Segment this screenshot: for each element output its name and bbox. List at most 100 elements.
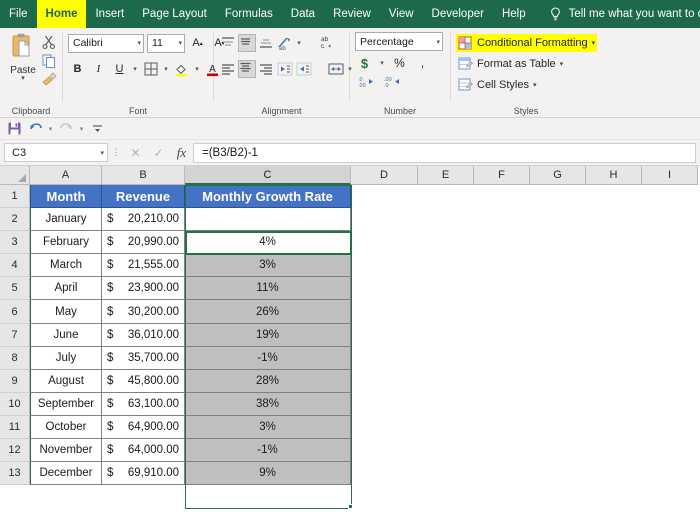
column-header-h[interactable]: H: [586, 166, 642, 185]
tab-insert[interactable]: Insert: [86, 0, 133, 28]
cell-c4[interactable]: 3%: [185, 254, 351, 278]
cell-a13[interactable]: December: [30, 462, 102, 486]
increase-indent-icon[interactable]: [295, 60, 313, 78]
paste-dropdown-caret-icon[interactable]: ▾: [21, 75, 25, 82]
copy-icon[interactable]: [41, 53, 57, 69]
row-header-4[interactable]: 4: [0, 254, 30, 278]
cell-a4[interactable]: March: [30, 254, 102, 278]
cell-a10[interactable]: September: [30, 392, 102, 416]
format-painter-icon[interactable]: [41, 72, 57, 88]
font-size-combo[interactable]: 11 ▾: [147, 33, 185, 53]
row-header-1[interactable]: 1: [0, 185, 30, 209]
row-header-9[interactable]: 9: [0, 369, 30, 393]
cell-b3[interactable]: $ 20,990.00: [102, 231, 185, 255]
bottom-align-icon[interactable]: [257, 34, 275, 52]
cell-b13[interactable]: $ 69,910.00: [102, 462, 185, 486]
cell-a12[interactable]: November: [30, 439, 102, 463]
cut-scissors-icon[interactable]: [41, 34, 57, 50]
cell-b1[interactable]: Revenue: [102, 185, 185, 209]
cell-c6[interactable]: 26%: [185, 300, 351, 324]
align-right-icon[interactable]: [257, 60, 275, 78]
cell-a7[interactable]: June: [30, 323, 102, 347]
cell-c3[interactable]: 4%: [185, 231, 351, 255]
tab-view[interactable]: View: [380, 0, 423, 28]
cell-a1[interactable]: Month: [30, 185, 102, 209]
fill-color-dropdown-caret-icon[interactable]: ▾: [193, 65, 201, 73]
format-as-table-button[interactable]: Format as Table ▾: [456, 55, 565, 73]
tab-home[interactable]: Home: [36, 0, 87, 28]
font-name-combo[interactable]: Calibri ▾: [68, 33, 144, 53]
column-header-g[interactable]: G: [530, 166, 586, 185]
row-header-3[interactable]: 3: [0, 231, 30, 255]
fill-handle[interactable]: [348, 504, 353, 509]
tab-help[interactable]: Help: [493, 0, 535, 28]
orientation-icon[interactable]: ab: [276, 34, 294, 52]
currency-dropdown-caret-icon[interactable]: ▾: [378, 59, 386, 67]
cell-b11[interactable]: $ 64,900.00: [102, 415, 185, 440]
number-format-combo[interactable]: Percentage ▾: [355, 32, 443, 51]
undo-icon[interactable]: [26, 120, 44, 138]
orientation-dropdown-caret-icon[interactable]: ▾: [295, 39, 303, 47]
chevron-down-icon[interactable]: ▾: [592, 39, 596, 47]
cell-a11[interactable]: October: [30, 415, 102, 440]
cell-b6[interactable]: $ 30,200.00: [102, 300, 185, 324]
cell-c2[interactable]: [185, 208, 351, 232]
bold-button[interactable]: B: [68, 60, 87, 79]
column-header-i[interactable]: I: [642, 166, 698, 185]
redo-icon[interactable]: [57, 120, 75, 138]
row-header-7[interactable]: 7: [0, 323, 30, 347]
cell-c12[interactable]: -1%: [185, 439, 351, 463]
cell-c10[interactable]: 38%: [185, 392, 351, 416]
align-center-icon[interactable]: [238, 60, 256, 78]
row-header-8[interactable]: 8: [0, 346, 30, 370]
tell-me-search[interactable]: Tell me what you want to do: [549, 0, 700, 28]
customize-qat-icon[interactable]: [88, 120, 106, 138]
column-header-b[interactable]: B: [102, 166, 185, 185]
select-all-corner[interactable]: [0, 166, 30, 185]
fill-color-icon[interactable]: [172, 60, 191, 79]
column-header-e[interactable]: E: [418, 166, 474, 185]
column-header-f[interactable]: F: [474, 166, 530, 185]
row-header-11[interactable]: 11: [0, 415, 30, 440]
row-header-6[interactable]: 6: [0, 300, 30, 324]
tab-developer[interactable]: Developer: [423, 0, 493, 28]
formula-bar-grip[interactable]: ⋮: [108, 147, 124, 158]
borders-dropdown-caret-icon[interactable]: ▾: [162, 65, 170, 73]
row-header-13[interactable]: 13: [0, 462, 30, 486]
cell-a6[interactable]: May: [30, 300, 102, 324]
row-header-12[interactable]: 12: [0, 439, 30, 463]
row-header-2[interactable]: 2: [0, 208, 30, 232]
cell-c5[interactable]: 11%: [185, 277, 351, 301]
cell-b5[interactable]: $ 23,900.00: [102, 277, 185, 301]
row-header-10[interactable]: 10: [0, 392, 30, 416]
column-header-d[interactable]: D: [351, 166, 418, 185]
cancel-x-icon[interactable]: ✕: [124, 142, 147, 164]
column-header-c[interactable]: C: [185, 166, 351, 185]
cell-a5[interactable]: April: [30, 277, 102, 301]
cell-c7[interactable]: 19%: [185, 323, 351, 347]
decrease-indent-icon[interactable]: [276, 60, 294, 78]
paste-button[interactable]: Paste ▾: [5, 32, 41, 82]
cell-a2[interactable]: January: [30, 208, 102, 232]
cell-c11[interactable]: 3%: [185, 415, 351, 440]
increase-decimal-icon[interactable]: .0.00: [357, 74, 375, 92]
cell-c9[interactable]: 28%: [185, 369, 351, 393]
comma-style-button[interactable]: ,: [413, 54, 432, 73]
cell-styles-button[interactable]: Cell Styles ▾: [456, 76, 538, 94]
currency-format-button[interactable]: $: [355, 54, 374, 73]
enter-check-icon[interactable]: ✓: [147, 142, 170, 164]
chevron-down-icon[interactable]: ▾: [533, 81, 537, 89]
percent-format-button[interactable]: %: [390, 54, 409, 73]
tab-data[interactable]: Data: [282, 0, 324, 28]
insert-function-fx-icon[interactable]: fx: [170, 142, 193, 164]
align-left-icon[interactable]: [219, 60, 237, 78]
name-box[interactable]: C3 ▾: [4, 143, 108, 162]
cell-b7[interactable]: $ 36,010.00: [102, 323, 185, 347]
chevron-down-icon[interactable]: ▾: [560, 60, 564, 68]
tab-review[interactable]: Review: [324, 0, 380, 28]
cell-b9[interactable]: $ 45,800.00: [102, 369, 185, 393]
cell-c8[interactable]: -1%: [185, 346, 351, 370]
top-align-icon[interactable]: [219, 34, 237, 52]
decrease-decimal-icon[interactable]: .00.0: [383, 74, 401, 92]
cell-b10[interactable]: $ 63,100.00: [102, 392, 185, 416]
